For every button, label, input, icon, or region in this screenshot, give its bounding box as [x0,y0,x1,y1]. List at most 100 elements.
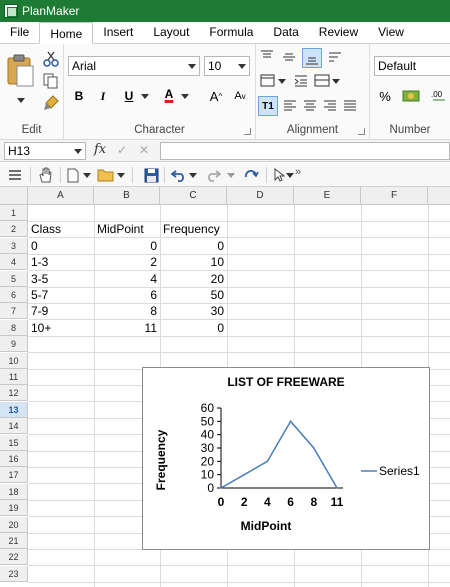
undo-button[interactable] [170,166,188,184]
row-header-14[interactable]: 14 [0,418,28,435]
currency-button[interactable] [400,86,422,106]
borders-button[interactable] [258,72,278,90]
row-header-20[interactable]: 20 [0,516,28,533]
row-header-9[interactable]: 9 [0,336,28,353]
row-header-6[interactable]: 6 [0,287,28,303]
new-document-button[interactable] [64,166,82,184]
hand-tool-button[interactable] [36,166,54,184]
align-left-button[interactable] [282,98,298,114]
hamburger-menu-button[interactable] [6,166,24,184]
column-header-f[interactable]: F [361,187,428,205]
grow-font-button[interactable]: A ^ [206,86,226,106]
column-header-b[interactable]: B [94,187,160,205]
align-bottom-button[interactable] [302,48,322,68]
paste-button[interactable] [4,50,36,90]
row-header-23[interactable]: 23 [0,565,28,582]
format-painter-button[interactable] [42,94,60,112]
menu-data[interactable]: Data [263,21,308,43]
function-button[interactable]: fx [94,142,106,157]
chart-object[interactable]: LIST OF FREEWARE Frequency MidPoint 0 10 2… [142,367,430,550]
cell-c7[interactable]: 30 [160,303,227,319]
row-header-22[interactable]: 22 [0,549,28,566]
new-document-dropdown[interactable] [82,166,92,184]
cell-b8[interactable]: 11 [94,320,160,336]
row-header-1[interactable]: 1 [0,205,28,221]
row-header-7[interactable]: 7 [0,303,28,320]
cell-c2[interactable]: Frequency [160,221,227,237]
toolbar-overflow-button[interactable]: » [292,163,304,181]
merge-dropdown[interactable] [332,76,340,86]
wrap-text-button[interactable] [326,48,344,66]
align-center-button[interactable] [302,98,318,114]
menu-layout[interactable]: Layout [143,21,199,43]
row-header-4[interactable]: 4 [0,254,28,271]
cell-a7[interactable]: 7-9 [28,303,94,319]
text-orientation-button[interactable]: T1 [258,96,278,116]
justify-button[interactable] [342,98,358,114]
font-name-select[interactable]: Arial [68,56,200,76]
cancel-icon[interactable]: ✕ [139,143,149,157]
align-right-button[interactable] [322,98,338,114]
menu-file[interactable]: File [0,21,39,43]
bold-button[interactable]: B [70,86,88,106]
column-header-a[interactable]: A [28,187,94,205]
menu-formula[interactable]: Formula [199,21,263,43]
character-dialog-launcher[interactable] [244,128,251,135]
cell-b3[interactable]: 0 [94,238,160,254]
column-header-c[interactable]: C [160,187,227,205]
select-all-corner[interactable] [0,187,28,205]
paste-dropdown-button[interactable] [14,94,28,106]
cell-a8[interactable]: 10+ [28,320,94,336]
decimal-button[interactable]: .00 [428,86,450,106]
row-header-21[interactable]: 21 [0,533,28,549]
row-header-15[interactable]: 15 [0,434,28,451]
number-format-select[interactable]: Default [374,56,450,76]
row-header-13[interactable]: 13 [0,401,28,418]
name-box[interactable]: H13 [4,142,86,160]
align-middle-button[interactable] [280,48,298,66]
row-header-16[interactable]: 16 [0,451,28,467]
cell-c4[interactable]: 10 [160,254,227,270]
row-header-12[interactable]: 12 [0,385,28,402]
percent-button[interactable]: % [376,86,394,106]
row-header-10[interactable]: 10 [0,352,28,369]
align-top-button[interactable] [258,48,276,66]
redo-dropdown[interactable] [226,166,236,184]
underline-dropdown[interactable] [140,90,150,102]
cell-c6[interactable]: 50 [160,287,227,303]
formula-input[interactable] [160,142,450,160]
cell-b7[interactable]: 8 [94,303,160,319]
borders-dropdown[interactable] [278,76,286,86]
menu-insert[interactable]: Insert [93,21,143,43]
cell-b4[interactable]: 2 [94,254,160,270]
cell-b6[interactable]: 6 [94,287,160,303]
cell-c3[interactable]: 0 [160,238,227,254]
cell-a3[interactable]: 0 [28,238,94,254]
cell-a5[interactable]: 3-5 [28,271,94,287]
cell-a6[interactable]: 5-7 [28,287,94,303]
row-header-8[interactable]: 8 [0,319,28,336]
menu-view[interactable]: View [368,21,414,43]
row-header-11[interactable]: 11 [0,369,28,385]
font-size-select[interactable]: 10 [204,56,250,76]
copy-button[interactable] [42,72,60,90]
italic-button[interactable]: I [94,86,112,106]
column-header-d[interactable]: D [227,187,294,205]
cut-button[interactable] [42,50,60,68]
redo-button[interactable] [204,166,222,184]
shrink-font-button[interactable]: Av [230,86,250,106]
row-header-5[interactable]: 5 [0,270,28,287]
cell-a4[interactable]: 1-3 [28,254,94,270]
cell-b2[interactable]: MidPoint [94,221,160,237]
confirm-icon[interactable]: ✓ [117,143,127,157]
open-button[interactable] [96,166,116,184]
font-color-dropdown[interactable] [180,90,190,102]
merge-cells-button[interactable] [312,72,332,90]
undo-dropdown[interactable] [188,166,198,184]
save-button[interactable] [142,166,160,184]
menu-home[interactable]: Home [39,22,94,44]
repeat-button[interactable] [242,166,260,184]
cell-c8[interactable]: 0 [160,320,227,336]
cell-b5[interactable]: 4 [94,271,160,287]
row-header-17[interactable]: 17 [0,467,28,484]
